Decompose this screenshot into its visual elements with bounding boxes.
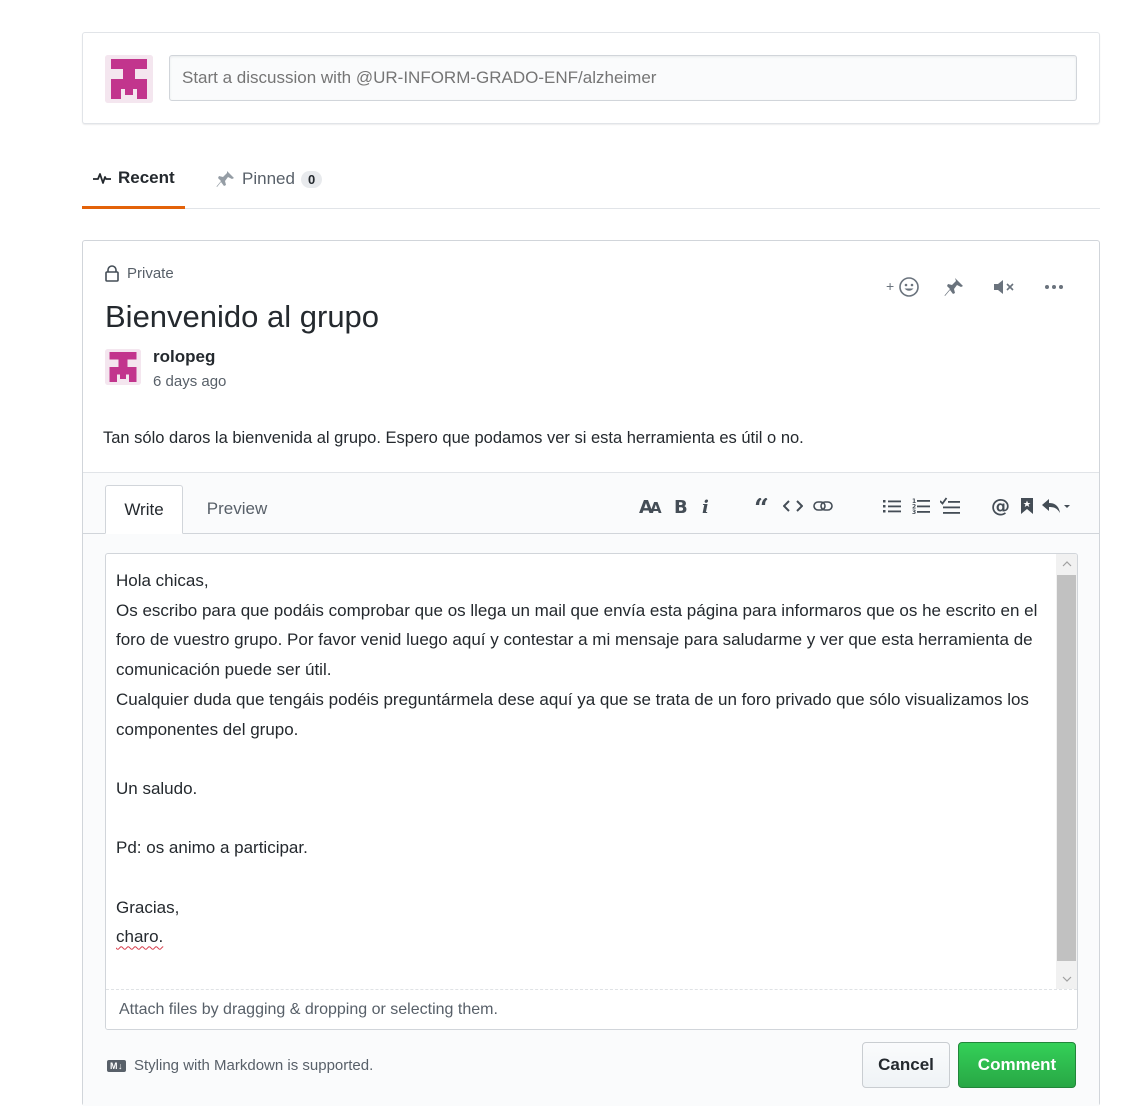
comment-text: Hola chicas, Os escribo para que podáis …	[116, 571, 1038, 917]
reply-icon	[1042, 499, 1070, 513]
editor-tabs: Write Preview A A B i “ 1 2 3 @	[83, 473, 1099, 534]
discussion-card: Private + Bienvenido al grupo rolopeg 6 …	[82, 240, 1100, 1106]
code-button[interactable]	[777, 491, 809, 521]
attach-files-dropzone[interactable]: Attach files by dragging & dropping or s…	[106, 989, 1077, 1029]
task-list-icon	[940, 497, 960, 514]
markdown-icon: M↓	[107, 1059, 126, 1072]
identicon-icon	[105, 349, 141, 385]
tab-recent[interactable]: Recent	[82, 150, 185, 209]
svg-text:B: B	[674, 497, 687, 515]
scroll-up-arrow-icon[interactable]	[1056, 554, 1077, 574]
unordered-list-button[interactable]	[877, 491, 907, 521]
author-name[interactable]: rolopeg	[153, 347, 215, 367]
insert-toolbar: “	[751, 491, 837, 521]
add-reaction-button[interactable]: +	[879, 275, 929, 299]
discussion-body: Tan sólo daros la bienvenida al grupo. E…	[103, 429, 804, 447]
code-icon	[783, 500, 803, 512]
start-discussion-input[interactable]	[169, 55, 1077, 101]
mention-button[interactable]: @	[987, 491, 1015, 521]
author-avatar[interactable]	[105, 349, 141, 385]
pin-discussion-button[interactable]	[929, 275, 979, 299]
italic-icon: i	[702, 497, 709, 515]
add-reaction-icon: +	[886, 277, 919, 297]
task-list-button[interactable]	[935, 491, 965, 521]
comment-textarea[interactable]: Hola chicas, Os escribo para que podáis …	[116, 566, 1046, 952]
quote-icon: “	[754, 498, 769, 514]
pinned-count-badge: 0	[300, 170, 323, 188]
discussion-actions: +	[879, 275, 1079, 299]
visibility-text: Private	[127, 265, 174, 282]
saved-reply-bookmark-button[interactable]	[1015, 491, 1039, 521]
text-size-icon: A A	[639, 497, 662, 515]
bold-icon: B	[674, 497, 687, 515]
user-avatar[interactable]	[105, 55, 153, 103]
bookmark-icon	[1021, 498, 1033, 514]
tab-write[interactable]: Write	[105, 485, 183, 534]
pin-icon	[216, 171, 234, 187]
comment-signature: charo.	[116, 927, 164, 947]
mention-icon: @	[991, 496, 1010, 516]
reply-editor: Write Preview A A B i “ 1 2 3 @ Hola chi…	[83, 472, 1099, 1106]
tab-pinned-label: Pinned	[242, 169, 295, 188]
svg-text:A: A	[650, 499, 662, 515]
mute-button[interactable]	[979, 275, 1029, 299]
tab-preview[interactable]: Preview	[191, 485, 283, 533]
svg-text:@: @	[991, 496, 1010, 516]
markdown-hint: M↓ Styling with Markdown is supported.	[107, 1057, 373, 1074]
pin-icon	[944, 278, 963, 296]
link-button[interactable]	[809, 491, 837, 521]
comment-textarea-box[interactable]: Hola chicas, Os escribo para que podáis …	[105, 553, 1078, 1030]
text-format-toolbar: A A B i	[637, 491, 717, 521]
pulse-icon	[93, 173, 111, 184]
comment-button[interactable]: Comment	[958, 1042, 1076, 1088]
svg-text:+: +	[886, 278, 894, 294]
post-timestamp[interactable]: 6 days ago	[153, 373, 226, 390]
scrollbar-thumb[interactable]	[1057, 575, 1076, 961]
mute-icon	[994, 280, 1014, 294]
ordered-list-icon: 1 2 3	[912, 498, 930, 515]
cancel-button[interactable]: Cancel	[862, 1042, 950, 1088]
more-options-button[interactable]	[1029, 275, 1079, 299]
tab-recent-label: Recent	[118, 168, 175, 187]
bold-button[interactable]: B	[665, 491, 695, 521]
editor-scrollbar[interactable]	[1056, 554, 1077, 989]
ordered-list-button[interactable]: 1 2 3	[907, 491, 935, 521]
markdown-note-text[interactable]: Styling with Markdown is supported.	[134, 1057, 373, 1074]
unordered-list-icon	[883, 500, 901, 513]
svg-text:i: i	[702, 497, 709, 515]
svg-text:“: “	[754, 498, 769, 514]
discussion-title[interactable]: Bienvenido al grupo	[105, 299, 379, 335]
italic-button[interactable]: i	[695, 491, 717, 521]
reply-button[interactable]	[1039, 491, 1073, 521]
tab-pinned[interactable]: Pinned 0	[216, 150, 323, 208]
list-toolbar: 1 2 3	[877, 491, 965, 521]
visibility-label: Private	[105, 265, 174, 282]
extra-toolbar: @	[987, 491, 1073, 521]
text-size-button[interactable]: A A	[637, 491, 665, 521]
discussion-composer	[82, 32, 1100, 124]
link-icon	[813, 501, 833, 511]
svg-text:3: 3	[912, 509, 916, 515]
identicon-icon	[105, 55, 153, 103]
lock-icon	[105, 265, 119, 282]
scroll-down-arrow-icon[interactable]	[1056, 969, 1077, 989]
quote-button[interactable]: “	[751, 491, 777, 521]
discussion-tabs: Recent Pinned 0	[82, 150, 1100, 209]
kebab-icon	[1045, 285, 1063, 289]
